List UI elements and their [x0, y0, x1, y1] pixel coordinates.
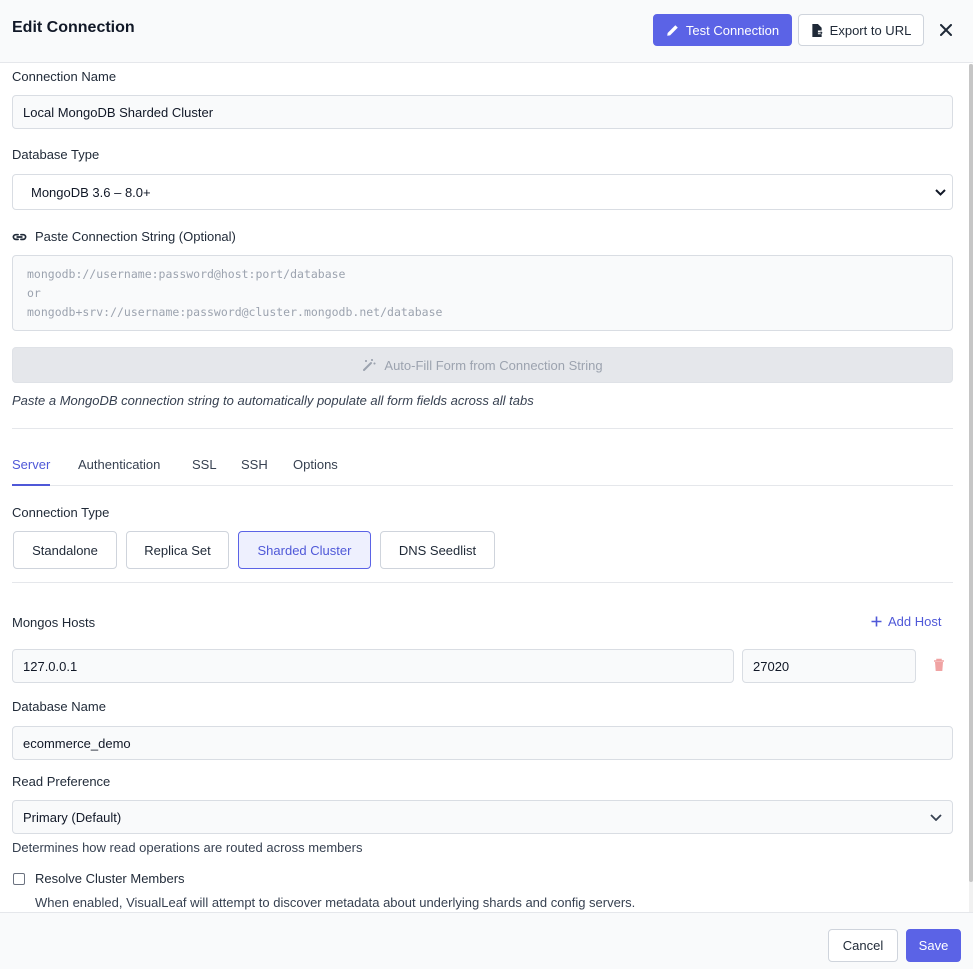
tab-server[interactable]: Server: [12, 457, 51, 486]
autofill-label: Auto-Fill Form from Connection String: [384, 357, 603, 373]
tab-ssh[interactable]: SSH: [241, 457, 268, 486]
database-name-input[interactable]: ecommerce_demo: [12, 726, 953, 760]
connection-name-input[interactable]: Local MongoDB Sharded Cluster: [12, 95, 953, 129]
test-connection-button[interactable]: Test Connection: [653, 14, 792, 46]
scrollbar-thumb[interactable]: [969, 64, 973, 882]
tab-authentication[interactable]: Authentication: [78, 457, 160, 486]
file-export-icon: [812, 23, 823, 37]
close-icon: [940, 24, 952, 36]
port-input[interactable]: 27020: [742, 649, 916, 683]
database-type-value: MongoDB 3.6 – 8.0+: [31, 184, 151, 200]
section-divider: [12, 428, 953, 429]
connection-name-label: Connection Name: [12, 69, 117, 84]
plus-icon: [871, 616, 882, 627]
paste-connection-label: Paste Connection String (Optional): [35, 229, 236, 244]
export-url-button[interactable]: Export to URL: [798, 14, 924, 46]
database-type-label: Database Type: [12, 147, 100, 162]
host-value: 127.0.0.1: [23, 658, 78, 674]
database-name-label: Database Name: [12, 699, 106, 714]
save-button[interactable]: Save: [906, 929, 961, 962]
export-url-label: Export to URL: [829, 22, 912, 38]
dialog-header: Edit Connection Test Connection Export t…: [0, 0, 973, 63]
chevron-down-icon: [930, 813, 942, 821]
placeholder-line: mongodb+srv://username:password@cluster.…: [27, 305, 443, 319]
cancel-button[interactable]: Cancel: [828, 929, 898, 962]
tab-options[interactable]: Options: [293, 457, 338, 486]
test-connection-label: Test Connection: [685, 22, 780, 38]
resolve-cluster-checkbox[interactable]: [13, 873, 25, 885]
paste-connection-label-row: Paste Connection String (Optional): [12, 229, 236, 244]
connection-name-value: Local MongoDB Sharded Cluster: [23, 104, 214, 120]
host-input[interactable]: 127.0.0.1: [12, 649, 734, 683]
add-host-button[interactable]: Add Host: [871, 614, 941, 629]
database-name-value: ecommerce_demo: [23, 735, 131, 751]
connection-type-replica-set[interactable]: Replica Set: [126, 531, 229, 569]
pencil-icon: [667, 24, 678, 36]
tab-ssl[interactable]: SSL: [192, 457, 217, 486]
scrollbar[interactable]: [969, 64, 973, 912]
section-divider: [12, 582, 953, 583]
dialog-title: Edit Connection: [12, 19, 135, 36]
dialog-footer: Cancel Save: [0, 912, 973, 969]
chevron-down-icon: [935, 188, 946, 196]
add-host-label: Add Host: [888, 614, 942, 629]
connection-type-dns-seedlist[interactable]: DNS Seedlist: [380, 531, 495, 569]
mongos-hosts-label: Mongos Hosts: [12, 615, 96, 630]
connection-string-textarea[interactable]: mongodb://username:password@host:port/da…: [12, 255, 953, 331]
connection-type-standalone[interactable]: Standalone: [13, 531, 117, 569]
placeholder-line: mongodb://username:password@host:port/da…: [27, 267, 346, 281]
connection-type-label: Connection Type: [12, 505, 110, 520]
close-button[interactable]: [936, 20, 956, 40]
autofill-button[interactable]: Auto-Fill Form from Connection String: [12, 347, 953, 383]
connection-type-sharded-cluster[interactable]: Sharded Cluster: [238, 531, 371, 569]
placeholder-line: or: [27, 286, 41, 300]
read-preference-select[interactable]: Primary (Default): [12, 800, 953, 834]
resolve-cluster-hint: When enabled, VisualLeaf will attempt to…: [35, 895, 636, 910]
link-icon: [12, 233, 27, 240]
autofill-hint: Paste a MongoDB connection string to aut…: [12, 393, 534, 408]
tab-bar: Server Authentication SSL SSH Options: [12, 450, 953, 486]
read-preference-label: Read Preference: [12, 774, 111, 789]
magic-wand-icon: [363, 359, 376, 371]
database-type-select[interactable]: MongoDB 3.6 – 8.0+: [12, 174, 953, 210]
read-preference-hint: Determines how read operations are route…: [12, 840, 363, 855]
read-preference-value: Primary (Default): [23, 809, 122, 825]
trash-icon[interactable]: [931, 657, 947, 673]
resolve-cluster-label: Resolve Cluster Members: [35, 871, 185, 886]
port-value: 27020: [753, 658, 790, 674]
